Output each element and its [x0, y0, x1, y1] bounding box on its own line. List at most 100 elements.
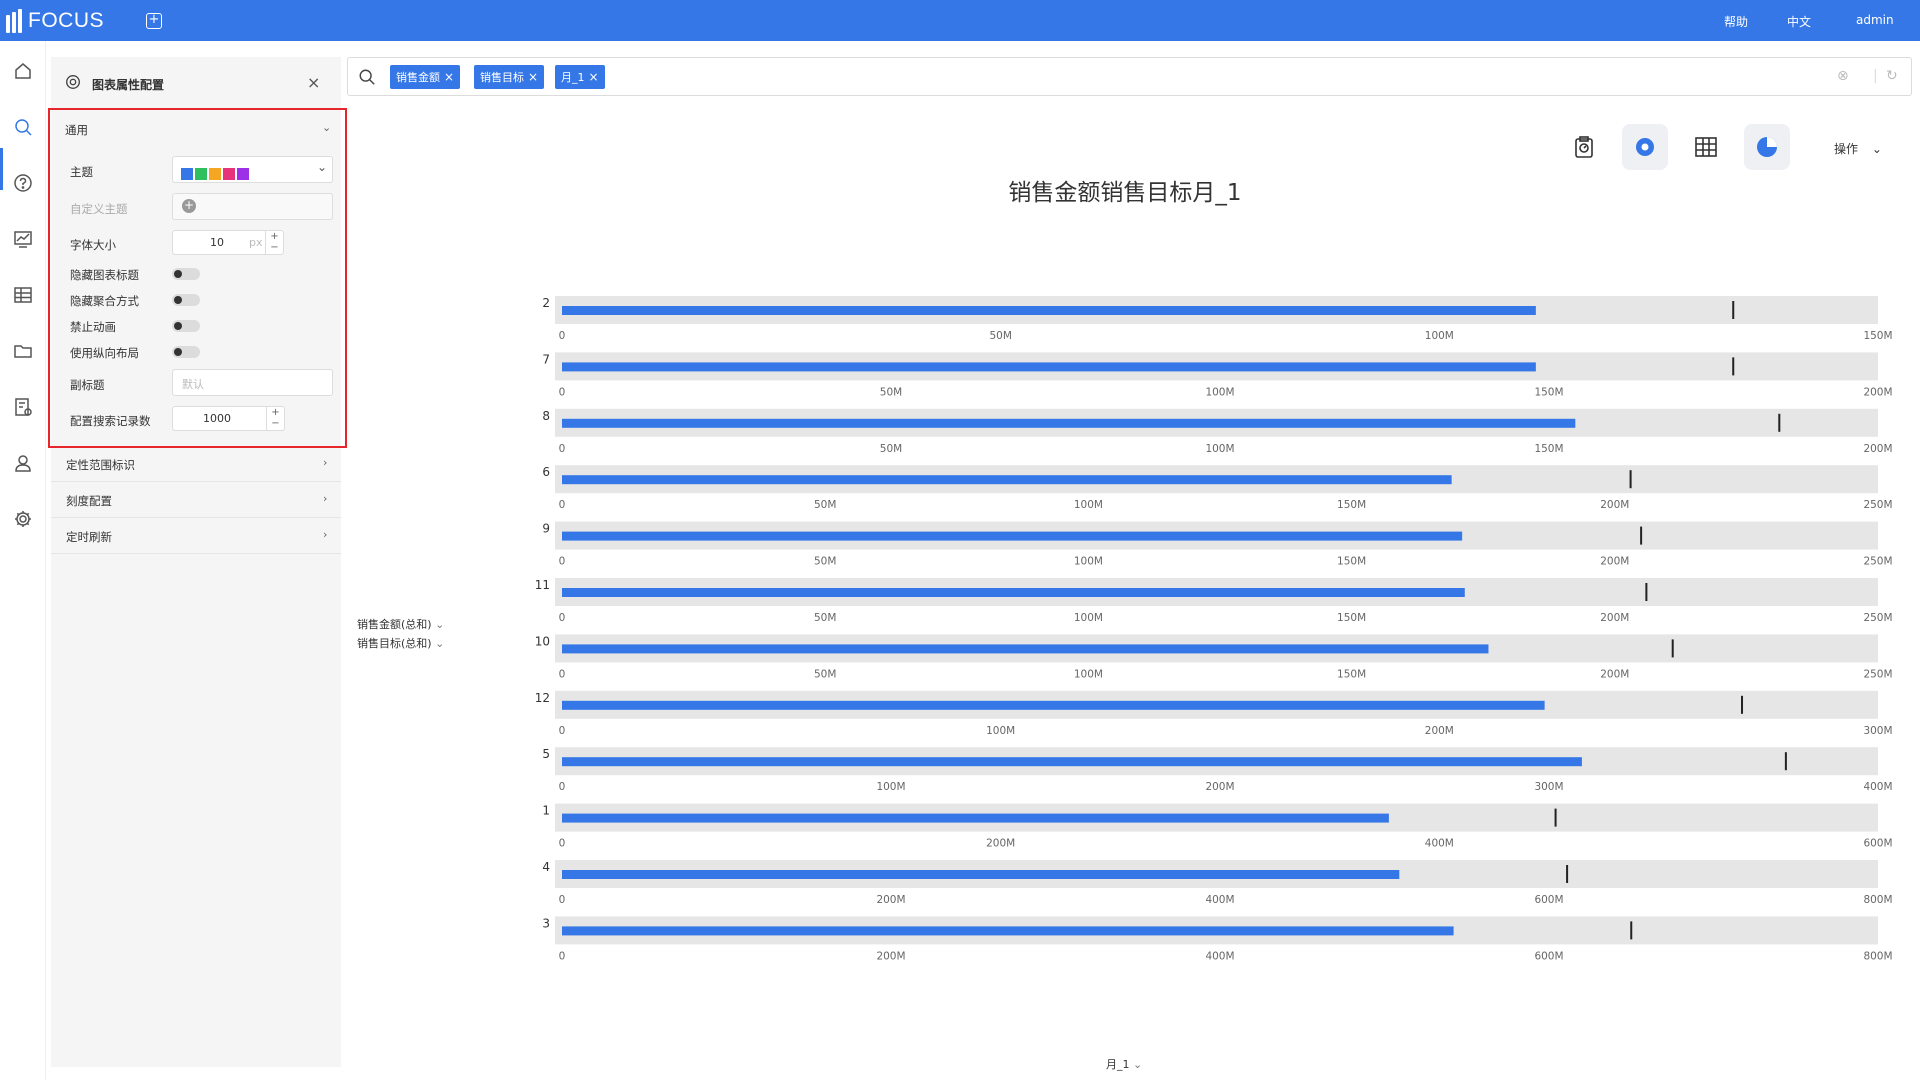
bullet-target-marker — [1554, 808, 1557, 827]
category-label: 11 — [535, 578, 550, 592]
bullet-target-marker — [1784, 752, 1787, 771]
tick-label: 0 — [559, 443, 566, 455]
tick-label: 100M — [1074, 556, 1103, 568]
bullet-value-bar — [562, 588, 1465, 597]
tick-label: 150M — [1337, 612, 1366, 624]
tick-label: 250M — [1863, 612, 1892, 624]
tick-label: 50M — [814, 499, 836, 511]
category-label: 7 — [542, 352, 550, 366]
bullet-target-marker — [1732, 301, 1735, 319]
tick-label: 300M — [1534, 781, 1563, 793]
tick-label: 100M — [1074, 668, 1103, 680]
bullet-value-bar — [562, 757, 1582, 767]
tick-label: 100M — [1074, 499, 1103, 511]
tick-label: 100M — [1205, 386, 1234, 398]
tick-label: 50M — [880, 443, 902, 455]
tick-label: 200M — [1600, 556, 1629, 568]
tick-label: 150M — [1337, 499, 1366, 511]
bullet-target-marker — [1645, 583, 1648, 601]
bullet-target-marker — [1732, 357, 1735, 376]
tick-label: 0 — [559, 725, 566, 737]
bullet-chart: 20 50M 100M 150M70 50M 100M 150M 200M80 50M 100M 1… — [535, 296, 1893, 962]
tick-label: 600M — [1534, 894, 1563, 906]
chevron-down-icon: ⌄ — [1133, 1058, 1143, 1071]
x-axis-field[interactable]: 月_1 ⌄ — [1106, 1056, 1142, 1072]
tick-label: 400M — [1863, 781, 1892, 793]
tick-label: 0 — [559, 894, 566, 906]
bullet-target-marker — [1778, 413, 1781, 432]
category-label: 4 — [542, 860, 550, 874]
bullet-value-bar — [562, 870, 1400, 879]
tick-label: 100M — [986, 725, 1015, 737]
category-label: 12 — [535, 691, 550, 705]
tick-label: 0 — [559, 556, 566, 568]
tick-label: 200M — [1863, 443, 1892, 455]
tick-label: 400M — [1205, 950, 1234, 962]
bullet-target-marker — [1741, 695, 1744, 714]
tick-label: 50M — [814, 556, 836, 568]
tick-label: 0 — [559, 668, 566, 680]
bullet-value-bar — [562, 531, 1463, 541]
bullet-target-marker — [1630, 921, 1633, 940]
category-label: 1 — [542, 804, 550, 818]
tick-label: 50M — [814, 612, 836, 624]
tick-label: 600M — [1534, 950, 1563, 962]
tick-label: 150M — [1534, 443, 1563, 455]
tick-label: 0 — [559, 950, 566, 962]
tick-label: 200M — [1205, 781, 1234, 793]
tick-label: 200M — [1425, 725, 1454, 737]
tick-label: 150M — [1337, 556, 1366, 568]
bullet-value-bar — [562, 362, 1536, 372]
tick-label: 100M — [1425, 330, 1454, 342]
bullet-value-bar — [562, 475, 1452, 485]
bullet-value-bar — [562, 418, 1576, 428]
bullet-value-bar — [562, 813, 1389, 823]
tick-label: 150M — [1534, 386, 1563, 398]
tick-label: 100M — [1074, 612, 1103, 624]
tick-label: 200M — [1863, 386, 1892, 398]
tick-label: 400M — [1425, 838, 1454, 850]
bullet-target-marker — [1566, 865, 1569, 883]
tick-label: 100M — [876, 781, 905, 793]
tick-label: 200M — [1600, 668, 1629, 680]
tick-label: 250M — [1863, 556, 1892, 568]
category-label: 8 — [542, 409, 550, 423]
tick-label: 800M — [1863, 950, 1892, 962]
tick-label: 150M — [1863, 330, 1892, 342]
tick-label: 200M — [1600, 499, 1629, 511]
tick-label: 200M — [876, 950, 905, 962]
category-label: 2 — [542, 296, 550, 310]
bullet-value-bar — [562, 700, 1545, 710]
bullet-target-marker — [1671, 639, 1674, 658]
tick-label: 50M — [989, 330, 1011, 342]
category-label: 9 — [542, 522, 550, 536]
tick-label: 600M — [1863, 838, 1892, 850]
category-label: 3 — [542, 916, 550, 930]
tick-label: 0 — [559, 386, 566, 398]
tick-label: 0 — [559, 781, 566, 793]
bullet-target-marker — [1640, 526, 1643, 545]
tick-label: 0 — [559, 838, 566, 850]
tick-label: 50M — [814, 668, 836, 680]
tick-label: 150M — [1337, 668, 1366, 680]
category-label: 10 — [535, 634, 550, 648]
tick-label: 200M — [1600, 612, 1629, 624]
bullet-value-bar — [562, 644, 1489, 654]
tick-label: 200M — [876, 894, 905, 906]
category-label: 6 — [542, 465, 550, 479]
tick-label: 0 — [559, 330, 566, 342]
tick-label: 250M — [1863, 499, 1892, 511]
tick-label: 200M — [986, 838, 1015, 850]
tick-label: 50M — [880, 386, 902, 398]
tick-label: 100M — [1205, 443, 1234, 455]
bullet-value-bar — [562, 926, 1454, 936]
tick-label: 800M — [1863, 894, 1892, 906]
tick-label: 0 — [559, 499, 566, 511]
bullet-target-marker — [1629, 470, 1632, 489]
tick-label: 250M — [1863, 668, 1892, 680]
bullet-value-bar — [562, 306, 1536, 315]
tick-label: 400M — [1205, 894, 1234, 906]
tick-label: 0 — [559, 612, 566, 624]
tick-label: 300M — [1863, 725, 1892, 737]
category-label: 5 — [542, 747, 550, 761]
